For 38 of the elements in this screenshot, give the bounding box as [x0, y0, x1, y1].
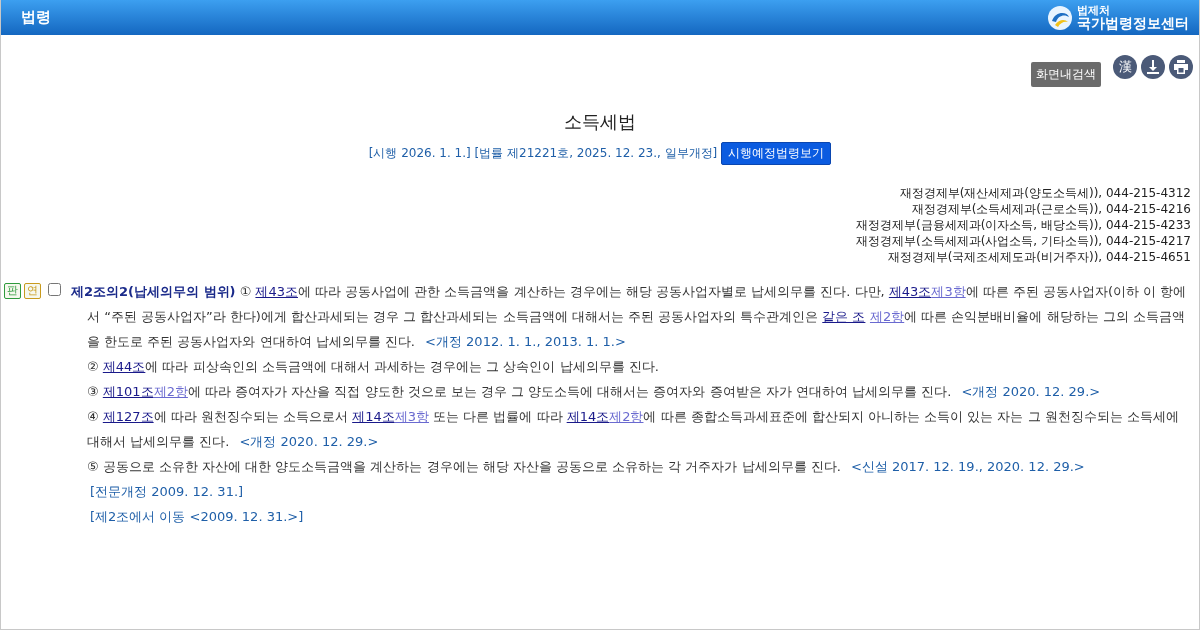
clause-link[interactable]: 제3항	[931, 284, 966, 299]
department-contact: 재정경제부(국제조세제도과(비거주자)), 044-215-4651	[887, 249, 1191, 265]
article-paragraph: ④ 제127조에 따라 원천징수되는 소득으로서 제14조제3항 또는 다른 법률에 따라 제14조제2항에 따른 종합소득과세표준에 합산되지 아니하는 소득이 있는 자는 그 원천징수되는 소득세에 대해서 납세의무를 진다. <개정 2020. 12. 29.>	[86, 408, 1180, 451]
logo-title: 국가법령정보센터	[1077, 16, 1189, 30]
clause-link[interactable]: 제2항	[609, 409, 644, 424]
enforcement-info: [시행 2026. 1. 1.] [법률 제21221호, 2025. 12. 23., 일부개정]	[368, 145, 718, 162]
article-link[interactable]: 제14조	[566, 409, 610, 424]
article-link[interactable]: 제43조	[888, 284, 932, 299]
revision-note: [제2조에서 이동 <2009. 12. 31.>]	[89, 508, 305, 526]
article-link[interactable]: 제127조	[102, 409, 154, 424]
logo-subtitle: 법제처	[1077, 5, 1111, 16]
article-checkbox[interactable]	[48, 283, 61, 296]
future-law-button[interactable]: 시행예정법령보기	[721, 142, 832, 165]
print-icon[interactable]	[1169, 55, 1193, 79]
tag-badge[interactable]: 판	[4, 283, 21, 299]
search-tooltip: 화면내검색	[1031, 62, 1101, 87]
article-link[interactable]: 제101조	[102, 384, 154, 399]
article-paragraph: 제2조의2(납세의무의 범위) ① 제43조에 따라 공동사업에 관한 소득금액을 계산하는 경우에는 해당 공동사업자별로 납세의무를 진다. 다만, 제43조제3항에 따른 주된 공동사업자(이하 이 항에서 “주된 공동사업자”라 한다)에게 합산과세되는 경우 그 합산과세되는 소득금액에 대해서는 주된 공동사업자의 특수관계인은 같은 조 제2항에 따른 손익분배비율에 해당하는 그의 소득금액을 한도로 주된 공동사업자와 연대하여 납세의무를 진다. <개정 2012. 1. 1., 2013. 1. 1.>	[71, 283, 1188, 351]
revision-note: [전문개정 2009. 12. 31.]	[89, 483, 245, 501]
download-icon[interactable]	[1141, 55, 1165, 79]
clause-link[interactable]: 제3항	[394, 409, 429, 424]
article-link[interactable]: 제44조	[102, 359, 146, 374]
department-contact: 재정경제부(소득세제과(근로소득)), 044-215-4216	[911, 201, 1191, 217]
clause-link[interactable]: 제2항	[869, 309, 905, 324]
department-contact: 재정경제부(재산세제과(양도소득세)), 044-215-4312	[899, 185, 1191, 201]
law-title: 소득세법	[563, 110, 637, 134]
department-contact: 재정경제부(소득세제과(사업소득, 기타소득)), 044-215-4217	[856, 233, 1191, 249]
department-contact: 재정경제부(금융세제과(이자소득, 배당소득)), 044-215-4233	[856, 217, 1191, 233]
article-paragraph: ② 제44조에 따라 피상속인의 소득금액에 대해서 과세하는 경우에는 그 상속인이 납세의무를 진다.	[86, 358, 660, 376]
hanja-button[interactable]: 漢	[1113, 55, 1137, 79]
article-paragraph: ⑤ 공동으로 소유한 자산에 대한 양도소득금액을 계산하는 경우에는 해당 자산을 공동으로 소유하는 각 거주자가 납세의무를 진다. <신설 2017. 12. 19., 2020. 12. 29.>	[86, 458, 1086, 476]
clause-link[interactable]: 제2항	[153, 384, 188, 399]
article-link[interactable]: 제43조	[255, 284, 298, 299]
swirl-logo-icon	[1047, 4, 1073, 31]
article-link[interactable]: 같은 조	[822, 309, 866, 324]
page-title: 법령	[21, 8, 51, 27]
article-paragraph: ③ 제101조제2항에 따라 증여자가 자산을 직접 양도한 것으로 보는 경우 그 양도소득에 대해서는 증여자와 증여받은 자가 연대하여 납세의무를 진다. <개정 2020. 12. 29.>	[86, 383, 1102, 401]
article-link[interactable]: 제14조	[352, 409, 395, 424]
